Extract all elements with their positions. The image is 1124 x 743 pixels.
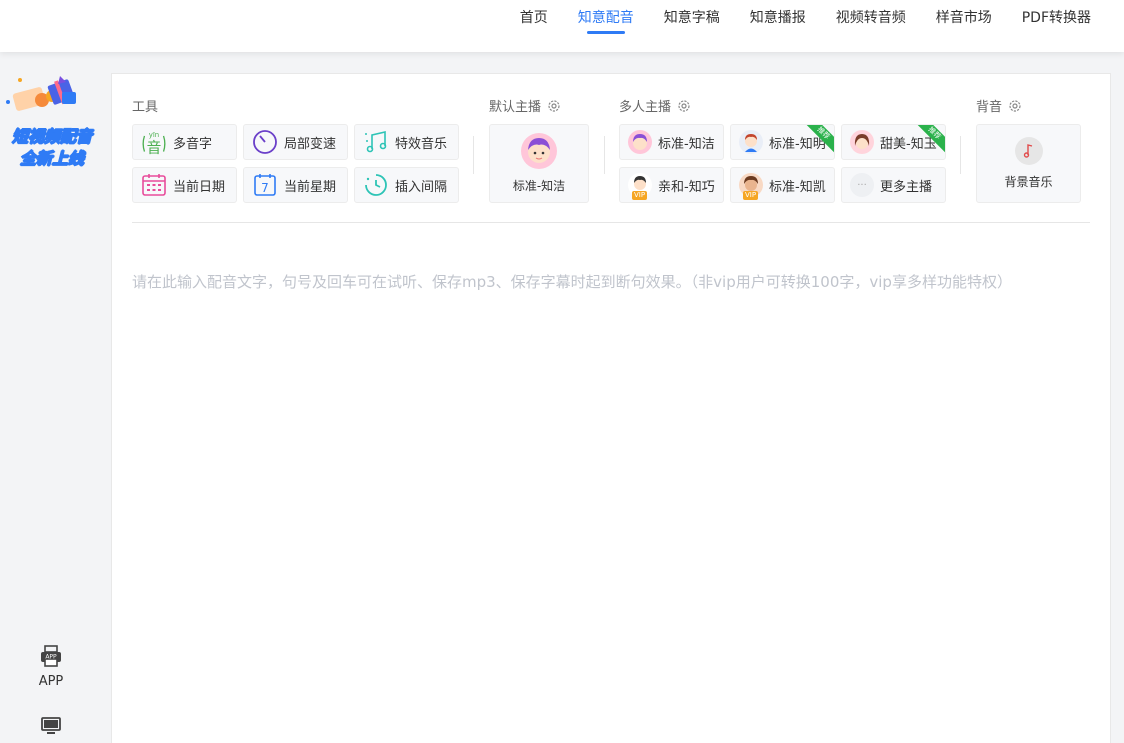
dubbing-panel: 工具 yīn 音 多音字 局部变速 特效音乐 当前日期 7 当前星期 插入间隔 …: [111, 73, 1111, 743]
tool-current-week-button[interactable]: 7 当前星期: [243, 167, 348, 203]
speed-dial-icon: [252, 129, 278, 155]
anchor-zhikai-avatar-icon: VIP: [739, 173, 763, 200]
polyphone-pinyin: yīn: [149, 131, 159, 139]
anchor-avatar-zhijie-icon: [521, 133, 557, 169]
week-number: 7: [261, 181, 269, 195]
toolbar-divider: [132, 222, 1090, 223]
tool-insert-pause-label: 插入间隔: [395, 179, 448, 195]
default-anchor-settings-gear-icon[interactable]: [547, 99, 561, 113]
anchor-zhijie-avatar-icon: [628, 130, 652, 154]
tool-current-week-label: 当前星期: [284, 179, 337, 195]
more-dots-icon: ···: [850, 173, 874, 197]
tools-title: 工具: [132, 100, 159, 115]
anchor-zhiyu-avatar-icon: [850, 130, 874, 154]
vip-badge: VIP: [632, 191, 648, 200]
music-note-icon: [1014, 137, 1043, 165]
promo-text: 短视频配音 全新上线: [0, 126, 104, 170]
nav-item-dubbing[interactable]: 知意配音: [563, 0, 649, 40]
default-anchor-title-text: 默认主播: [489, 100, 542, 115]
tool-effect-music-label: 特效音乐: [395, 136, 448, 152]
default-anchor-card[interactable]: 标准-知洁: [489, 124, 589, 203]
calendar-icon: [141, 172, 167, 198]
dubbing-text-input[interactable]: 请在此输入配音文字，句号及回车可在试听、保存mp3、保存字幕时起到断句效果。（非…: [132, 270, 1092, 294]
bgm-group-title: 背音: [976, 96, 1022, 115]
default-anchor-name: 标准-知洁: [512, 179, 566, 193]
short-video-promo-banner[interactable]: 短视频配音 全新上线: [0, 72, 104, 182]
promo-line-2: 全新上线: [19, 149, 84, 169]
more-anchors-label: 更多主播: [880, 179, 933, 195]
anchor-zhiyu-button[interactable]: 甜美-知玉 推荐: [841, 124, 946, 160]
nav-item-pdf-converter[interactable]: PDF转换器: [1007, 0, 1106, 40]
tools-group-title: 工具: [132, 96, 158, 115]
anchor-zhikai-button[interactable]: VIP 标准-知凯: [730, 167, 835, 203]
music-notes-icon: [363, 129, 389, 155]
anchor-zhiqiao-button[interactable]: VIP 亲和-知巧: [619, 167, 724, 203]
tool-current-date-label: 当前日期: [173, 179, 226, 195]
bgm-label: 背景音乐: [1004, 175, 1053, 189]
polyphone-icon: yīn 音: [141, 129, 167, 156]
app-printer-icon: APP: [41, 645, 61, 667]
calendar-week-icon: 7: [252, 172, 278, 198]
anchor-zhijie-button[interactable]: 标准-知洁: [619, 124, 724, 160]
anchor-zhijie-label: 标准-知洁: [658, 136, 715, 152]
tool-polyphone-label: 多音字: [173, 136, 213, 152]
desktop-client-button[interactable]: [26, 714, 76, 742]
top-navigation-bar: 首页 知意配音 知意字稿 知意播报 视频转音频 样音市场 PDF转换器: [0, 0, 1124, 52]
bgm-title-text: 背音: [976, 100, 1003, 115]
tool-speed-button[interactable]: 局部变速: [243, 124, 348, 160]
divider: [960, 136, 961, 174]
divider: [473, 136, 474, 174]
tool-effect-music-button[interactable]: 特效音乐: [354, 124, 459, 160]
tool-polyphone-button[interactable]: yīn 音 多音字: [132, 124, 237, 160]
tool-speed-label: 局部变速: [284, 136, 337, 152]
anchor-zhiqiao-avatar-icon: VIP: [628, 173, 652, 200]
promo-line-1: 短视频配音: [11, 127, 92, 147]
multi-anchor-settings-gear-icon[interactable]: [677, 99, 691, 113]
tool-insert-pause-button[interactable]: 插入间隔: [354, 167, 459, 203]
anchor-zhikai-label: 标准-知凯: [769, 179, 826, 195]
nav-item-transcript[interactable]: 知意字稿: [649, 0, 735, 40]
multi-anchor-title: 多人主播: [619, 96, 691, 115]
left-sidebar: 短视频配音 全新上线 APP APP: [0, 52, 104, 743]
polyphone-glyph: 音: [147, 139, 162, 156]
anchor-zhiming-avatar-icon: [739, 130, 763, 154]
divider: [604, 136, 605, 174]
default-anchor-title: 默认主播: [489, 96, 561, 115]
app-icon-text: APP: [45, 654, 57, 661]
background-music-button[interactable]: 背景音乐: [976, 124, 1081, 203]
nav-item-home[interactable]: 首页: [505, 0, 563, 40]
timer-icon: [363, 172, 389, 198]
nav-item-broadcast[interactable]: 知意播报: [735, 0, 821, 40]
anchor-zhiming-button[interactable]: 标准-知明 推荐: [730, 124, 835, 160]
bgm-settings-gear-icon[interactable]: [1008, 99, 1022, 113]
tool-current-date-button[interactable]: 当前日期: [132, 167, 237, 203]
anchor-zhiqiao-label: 亲和-知巧: [658, 179, 715, 195]
main-nav: 首页 知意配音 知意字稿 知意播报 视频转音频 样音市场 PDF转换器: [505, 0, 1106, 52]
app-label: APP: [38, 674, 64, 689]
gift-box-illustration-icon: [6, 76, 76, 111]
nav-item-sample-market[interactable]: 样音市场: [921, 0, 1007, 40]
app-download-button[interactable]: APP APP: [26, 644, 76, 689]
vip-badge: VIP: [743, 191, 759, 200]
monitor-icon: [41, 717, 61, 734]
multi-anchor-title-text: 多人主播: [619, 100, 672, 115]
nav-item-video-to-audio[interactable]: 视频转音频: [821, 0, 921, 40]
more-anchors-button[interactable]: ··· 更多主播: [841, 167, 946, 203]
